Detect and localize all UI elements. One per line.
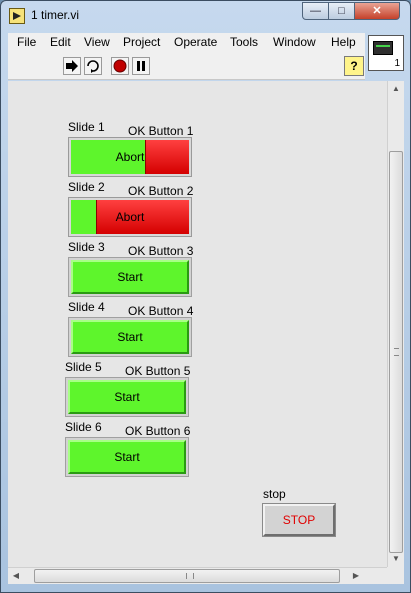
maximize-button[interactable]: □ [328,2,355,20]
ok-button-5-face: Start [68,380,186,414]
window-title: 1 timer.vi [31,8,80,22]
slide-1-ok-button[interactable]: Abort [68,137,192,177]
menu-edit[interactable]: Edit [50,35,71,49]
ok-button-4-label: OK Button 4 [128,304,194,318]
labview-vi-icon [9,8,25,24]
toolbar: ? [8,53,365,80]
front-panel [8,81,387,567]
minimize-button[interactable]: — [302,2,329,20]
slide-1-label: Slide 1 [68,120,105,134]
run-continuously-icon[interactable] [84,57,102,75]
horizontal-scroll-thumb[interactable] [34,569,340,583]
vi-connector-icon[interactable]: 1 [368,35,404,71]
connector-number: 1 [394,58,400,69]
ok-button-3-label: OK Button 3 [128,244,194,258]
scroll-grip-icon [186,573,194,579]
pause-icon[interactable] [132,57,150,75]
vi-icon-screen [373,41,393,55]
menu-window[interactable]: Window [273,35,316,49]
vertical-scrollbar[interactable]: ▲ ▼ [387,81,404,567]
ok-button-3-face: Start [71,260,189,294]
slide-2-label: Slide 2 [68,180,105,194]
slide-6-label: Slide 6 [65,420,102,434]
scroll-left-icon[interactable]: ◀ [8,568,24,584]
scroll-up-icon[interactable]: ▲ [388,81,404,97]
menu-help[interactable]: Help [331,35,356,49]
resize-grip[interactable] [387,567,404,584]
stop-label: stop [263,487,286,501]
slide-1-caption: Abort [115,150,145,164]
slide-2-caption: Abort [115,210,145,224]
ok-button-4-face: Start [71,320,189,354]
stop-button[interactable]: STOP [263,504,335,536]
vertical-scroll-thumb[interactable] [389,151,403,553]
slide-5-label: Slide 5 [65,360,102,374]
scroll-grip-icon [394,348,399,356]
vi-window: 1 timer.vi — □ ✕ File Edit View Project … [0,0,411,593]
menu-bar: File Edit View Project Operate Tools Win… [8,33,365,53]
ok-button-6-face: Start [68,440,186,474]
abort-icon[interactable] [111,57,129,75]
menu-view[interactable]: View [84,35,110,49]
scroll-right-icon[interactable]: ▶ [348,568,364,584]
horizontal-scrollbar[interactable]: ◀ ▶ [8,567,387,584]
slide-4-label: Slide 4 [68,300,105,314]
close-button[interactable]: ✕ [354,2,400,20]
scroll-down-icon[interactable]: ▼ [388,551,404,567]
ok-button-2-label: OK Button 2 [128,184,194,198]
menu-file[interactable]: File [17,35,36,49]
menu-tools[interactable]: Tools [230,35,258,49]
ok-button-4[interactable]: Start [68,317,192,357]
menu-project[interactable]: Project [123,35,160,49]
ok-button-5-label: OK Button 5 [125,364,191,378]
ok-button-1-label: OK Button 1 [128,124,194,138]
menu-operate[interactable]: Operate [174,35,217,49]
ok-button-5[interactable]: Start [65,377,189,417]
ok-button-6-label: OK Button 6 [125,424,191,438]
ok-button-3[interactable]: Start [68,257,192,297]
slide-2-ok-button[interactable]: Abort [68,197,192,237]
title-bar[interactable]: 1 timer.vi — □ ✕ [1,1,410,31]
help-icon[interactable]: ? [344,56,364,76]
run-arrow-icon[interactable] [63,57,81,75]
ok-button-6[interactable]: Start [65,437,189,477]
slide-3-label: Slide 3 [68,240,105,254]
